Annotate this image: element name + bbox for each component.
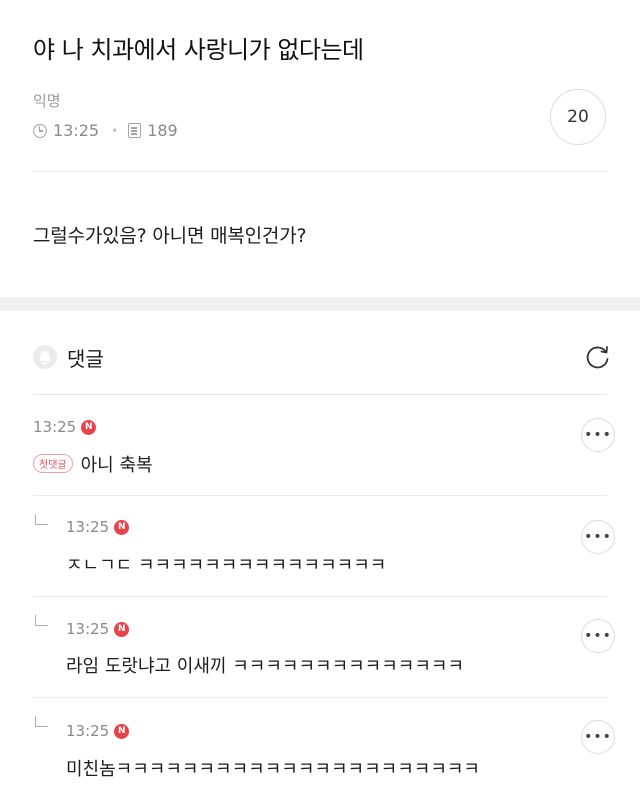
new-badge: N xyxy=(81,419,97,435)
post-author[interactable]: 익명 xyxy=(33,90,61,111)
more-options-button[interactable]: ••• xyxy=(581,520,615,554)
comment-time: 13:25 xyxy=(33,418,77,436)
post-title: 야 나 치과에서 사랑니가 없다는데 xyxy=(33,36,364,64)
comment-content: 첫댓글 아니 축복 xyxy=(33,451,153,477)
comment-text: 미친놈ㅋㅋㅋㅋㅋㅋㅋㅋㅋㅋㅋㅋㅋㅋㅋㅋㅋㅋㅋㅋㅋㅋ xyxy=(66,759,480,780)
more-options-button[interactable]: ••• xyxy=(581,619,615,653)
reply-item: 13:25 N 라임 도랏냐고 이새끼 ㅋㅋㅋㅋㅋㅋㅋㅋㅋㅋㅋㅋㅋㅋ ••• xyxy=(0,597,640,697)
comment-text: 라임 도랏냐고 이새끼 ㅋㅋㅋㅋㅋㅋㅋㅋㅋㅋㅋㅋㅋㅋ xyxy=(66,656,465,677)
meta-separator: • xyxy=(111,123,119,138)
post-views: 189 xyxy=(147,121,178,140)
reply-arrow-icon xyxy=(35,514,48,525)
comment-meta: 13:25 N xyxy=(66,518,130,536)
comments-title: 댓글 xyxy=(67,347,104,371)
reply-item: 13:25 N 미친놈ㅋㅋㅋㅋㅋㅋㅋㅋㅋㅋㅋㅋㅋㅋㅋㅋㅋㅋㅋㅋㅋㅋ ••• xyxy=(0,698,640,800)
comment-time: 13:25 xyxy=(66,722,110,740)
post-body: 그럴수가있음? 아니면 매복인건가? xyxy=(33,225,307,247)
post-header: 야 나 치과에서 사랑니가 없다는데 익명 13:25 • 189 20 xyxy=(0,0,640,172)
comment-time: 13:25 xyxy=(66,518,110,536)
divider xyxy=(33,171,607,172)
refresh-icon[interactable] xyxy=(584,343,612,371)
comment-item: 13:25 N 첫댓글 아니 축복 ••• xyxy=(0,395,640,495)
comment-text: 아니 축복 xyxy=(80,455,153,476)
first-comment-badge: 첫댓글 xyxy=(33,454,73,473)
reply-arrow-icon xyxy=(35,615,48,626)
clock-icon xyxy=(33,123,47,138)
comment-text: ㅈㄴㄱㄷ ㅋㅋㅋㅋㅋㅋㅋㅋㅋㅋㅋㅋㅋㅋㅋ xyxy=(66,555,387,576)
post-time: 13:25 xyxy=(53,121,100,140)
bell-icon[interactable] xyxy=(33,345,57,369)
comments-header: 댓글 xyxy=(0,311,640,395)
comment-meta: 13:25 N xyxy=(66,722,130,740)
reply-item: 13:25 N ㅈㄴㄱㄷ ㅋㅋㅋㅋㅋㅋㅋㅋㅋㅋㅋㅋㅋㅋㅋ ••• xyxy=(0,496,640,596)
reply-arrow-icon xyxy=(35,716,48,727)
comment-meta: 13:25 N xyxy=(33,418,97,436)
comment-meta: 13:25 N xyxy=(66,620,130,638)
new-badge: N xyxy=(114,519,130,535)
more-options-button[interactable]: ••• xyxy=(581,720,615,754)
section-separator xyxy=(0,297,640,311)
comment-count-button[interactable]: 20 xyxy=(550,89,606,145)
new-badge: N xyxy=(114,621,130,637)
more-options-button[interactable]: ••• xyxy=(581,418,615,452)
comment-time: 13:25 xyxy=(66,620,110,638)
document-icon xyxy=(128,123,142,138)
post-meta: 13:25 • 189 xyxy=(33,121,178,140)
new-badge: N xyxy=(114,723,130,739)
